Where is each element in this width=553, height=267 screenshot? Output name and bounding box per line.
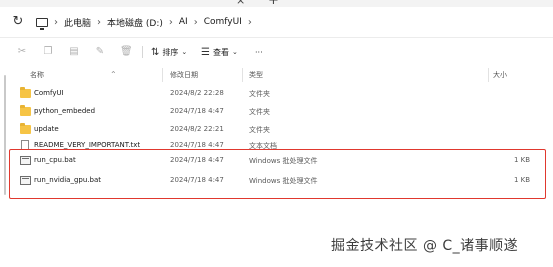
folder-icon	[20, 123, 31, 134]
chevron-down-icon: ⌄	[231, 48, 238, 56]
command-bar: ✂ ❐ ▤ ✎ 🗑 ⇅ 排序 ⌄ ☰ 查看 ⌄ ···	[0, 37, 553, 65]
column-header-name[interactable]: 名称	[30, 70, 44, 80]
column-divider[interactable]	[242, 68, 243, 82]
chevron-right-icon: ›	[193, 16, 198, 28]
chevron-right-icon: ›	[54, 16, 58, 28]
view-label: 查看	[212, 47, 229, 57]
sort-label: 排序	[162, 47, 179, 57]
text-file-icon	[21, 140, 29, 149]
column-header-date[interactable]: 修改日期	[170, 70, 198, 80]
file-row[interactable]: README_VERY_IMPORTANT.txt 2024/7/18 4:47…	[18, 137, 544, 149]
file-type: 文件夹	[249, 126, 270, 134]
navigation-scrollbar[interactable]	[4, 75, 6, 195]
column-header-type[interactable]: 类型	[249, 70, 263, 80]
chevron-right-icon: ›	[168, 16, 173, 28]
delete-icon[interactable]: 🗑	[120, 46, 133, 58]
sort-icon: ⇅	[151, 46, 160, 58]
breadcrumb-item-comfyui[interactable]: ComfyUI	[204, 17, 242, 27]
file-type: 文本文档	[249, 142, 277, 149]
file-type: 文件夹	[249, 108, 270, 116]
column-divider[interactable]	[488, 68, 489, 82]
address-bar: ↻ › 此电脑 › 本地磁盘 (D:) › AI › ComfyUI ›	[0, 7, 553, 37]
rename-icon[interactable]: ✎	[94, 46, 106, 58]
column-divider[interactable]	[162, 68, 163, 82]
breadcrumb[interactable]: › 此电脑 › 本地磁盘 (D:) › AI › ComfyUI ›	[36, 12, 252, 32]
cut-icon[interactable]: ✂	[16, 46, 28, 58]
file-date: 2024/7/18 4:47	[170, 141, 224, 149]
file-date: 2024/8/2 22:21	[170, 125, 224, 133]
view-button[interactable]: ☰ 查看 ⌄	[201, 44, 238, 60]
file-name: README_VERY_IMPORTANT.txt	[34, 141, 141, 149]
tab-strip: × +	[0, 0, 553, 8]
breadcrumb-item-ai[interactable]: AI	[179, 17, 188, 27]
chevron-right-icon: ›	[97, 16, 102, 28]
file-row[interactable]: python_embeded 2024/7/18 4:47 文件夹	[18, 103, 544, 121]
view-icon: ☰	[201, 46, 210, 58]
folder-icon	[20, 87, 31, 98]
column-header-size[interactable]: 大小	[493, 70, 507, 80]
file-type: 文件夹	[249, 90, 270, 98]
watermark: 掘金技术社区 @ C_诸事顺遂	[331, 238, 519, 254]
file-name: update	[34, 125, 59, 133]
folder-icon	[20, 105, 31, 116]
highlight-box	[9, 149, 546, 199]
file-list-pane: 名称 ⌃ 修改日期 类型 大小 ComfyUI 2024/8/2 22:28 文…	[0, 65, 553, 267]
sort-up-icon: ⌃	[110, 70, 117, 79]
file-date: 2024/7/18 4:47	[170, 107, 224, 115]
file-name: ComfyUI	[34, 89, 64, 97]
column-headers: 名称 ⌃ 修改日期 类型 大小	[18, 68, 546, 82]
more-icon: ···	[255, 47, 263, 57]
chevron-right-icon: ›	[247, 16, 252, 28]
sort-button[interactable]: ⇅ 排序 ⌄	[151, 44, 187, 60]
paste-icon[interactable]: ▤	[68, 46, 80, 58]
chevron-down-icon: ⌄	[181, 48, 188, 56]
close-tab-button[interactable]: ×	[236, 0, 245, 7]
more-options-button[interactable]: ···	[255, 44, 263, 60]
breadcrumb-item-drive-d[interactable]: 本地磁盘 (D:)	[107, 16, 163, 29]
file-date: 2024/8/2 22:28	[170, 89, 224, 97]
refresh-icon[interactable]: ↻	[10, 14, 26, 30]
breadcrumb-item-this-pc[interactable]: 此电脑	[64, 16, 91, 29]
computer-icon[interactable]	[36, 17, 48, 30]
file-row[interactable]: ComfyUI 2024/8/2 22:28 文件夹	[18, 85, 544, 103]
toolbar-divider	[142, 46, 143, 58]
copy-icon[interactable]: ❐	[42, 46, 54, 58]
file-name: python_embeded	[34, 107, 96, 115]
